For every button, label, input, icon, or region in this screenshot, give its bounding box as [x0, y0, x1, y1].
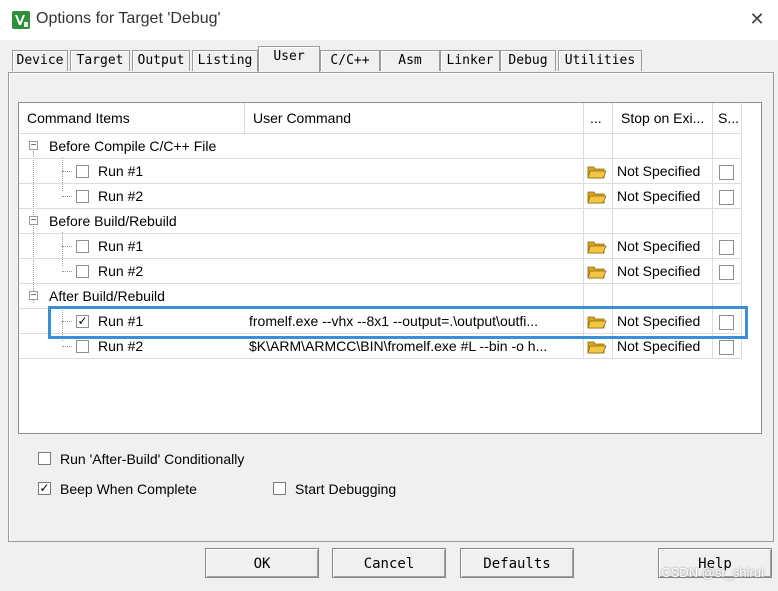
table-row[interactable]: Run #1 Not Specified: [19, 234, 742, 259]
header-user-command[interactable]: User Command: [245, 103, 584, 134]
tab-target[interactable]: Target: [70, 50, 130, 71]
folder-open-icon[interactable]: [587, 164, 607, 180]
tab-device[interactable]: Device: [12, 50, 68, 71]
watermark: CSDN @sr_shirui: [661, 565, 764, 580]
run-enable-checkbox[interactable]: [76, 240, 89, 253]
folder-open-icon[interactable]: [587, 189, 607, 205]
folder-open-icon[interactable]: [587, 339, 607, 355]
stop-on-exit-value[interactable]: Not Specified: [613, 259, 713, 284]
tab-user[interactable]: User: [258, 46, 320, 72]
browse-cell[interactable]: [584, 159, 613, 184]
run-enable-checkbox[interactable]: [76, 265, 89, 278]
browse-cell[interactable]: [584, 234, 613, 259]
highlight-box: [48, 306, 748, 339]
ok-button[interactable]: OK: [205, 548, 319, 578]
run-label: Run #2: [98, 188, 144, 204]
cancel-button[interactable]: Cancel: [332, 548, 446, 578]
user-command-field[interactable]: [245, 184, 584, 209]
run-enable-checkbox[interactable]: [76, 190, 89, 203]
run-after-build-checkbox[interactable]: [38, 452, 51, 465]
header-command-items[interactable]: Command Items: [19, 103, 245, 134]
table-row[interactable]: Run #2 Not Specified: [19, 184, 742, 209]
user-command-field[interactable]: [245, 234, 584, 259]
tab-linker[interactable]: Linker: [440, 50, 500, 71]
header-stop-on-exit[interactable]: Stop on Exi...: [613, 103, 713, 134]
start-debugging-checkbox[interactable]: [273, 482, 286, 495]
s-checkbox[interactable]: [719, 165, 734, 180]
beep-when-complete-label[interactable]: Beep When Complete: [60, 481, 197, 497]
run-after-build-label[interactable]: Run 'After-Build' Conditionally: [60, 451, 244, 467]
tab-asm[interactable]: Asm: [380, 50, 440, 71]
group-title: Before Build/Rebuild: [49, 213, 177, 229]
keil-app-icon: [12, 11, 30, 29]
run-label: Run #1: [98, 238, 144, 254]
run-label: Run #2: [98, 263, 144, 279]
table-row[interactable]: Run #1 Not Specified: [19, 159, 742, 184]
s-checkbox[interactable]: [719, 240, 734, 255]
beep-when-complete-checkbox[interactable]: ✓: [38, 482, 51, 495]
run-enable-checkbox[interactable]: [76, 165, 89, 178]
user-command-grid: Command Items User Command ... Stop on E…: [18, 102, 762, 434]
collapse-icon[interactable]: −: [29, 216, 38, 226]
folder-open-icon[interactable]: [587, 264, 607, 280]
folder-open-icon[interactable]: [587, 239, 607, 255]
tab-debug[interactable]: Debug: [500, 50, 556, 71]
run-label: Run #1: [98, 163, 144, 179]
start-debugging-label[interactable]: Start Debugging: [295, 481, 396, 497]
defaults-button[interactable]: Defaults: [460, 548, 574, 578]
group-row-before-build[interactable]: − Before Build/Rebuild: [19, 209, 742, 234]
s-checkbox[interactable]: [719, 265, 734, 280]
user-command-field[interactable]: [245, 159, 584, 184]
window-title: Options for Target 'Debug': [36, 10, 221, 27]
close-icon[interactable]: ✕: [746, 8, 768, 30]
s-checkbox[interactable]: [719, 340, 734, 355]
collapse-icon[interactable]: −: [29, 141, 38, 151]
tab-output[interactable]: Output: [132, 50, 190, 71]
run-enable-checkbox[interactable]: [76, 340, 89, 353]
table-row[interactable]: Run #2 Not Specified: [19, 259, 742, 284]
title-bar: Options for Target 'Debug' ✕: [0, 0, 778, 40]
group-row-before-compile[interactable]: − Before Compile C/C++ File: [19, 134, 742, 159]
group-title: Before Compile C/C++ File: [49, 138, 217, 154]
stop-on-exit-value[interactable]: Not Specified: [613, 234, 713, 259]
tab-c-cpp[interactable]: C/C++: [320, 50, 380, 71]
group-title: After Build/Rebuild: [49, 288, 165, 304]
stop-on-exit-value[interactable]: Not Specified: [613, 159, 713, 184]
tab-utilities[interactable]: Utilities: [558, 50, 642, 71]
browse-cell[interactable]: [584, 184, 613, 209]
tab-listing[interactable]: Listing: [192, 50, 258, 71]
browse-cell[interactable]: [584, 259, 613, 284]
collapse-icon[interactable]: −: [29, 291, 38, 301]
s-checkbox[interactable]: [719, 190, 734, 205]
header-browse[interactable]: ...: [584, 103, 613, 134]
user-command-field[interactable]: [245, 259, 584, 284]
header-s[interactable]: S...: [713, 103, 742, 134]
stop-on-exit-value[interactable]: Not Specified: [613, 184, 713, 209]
